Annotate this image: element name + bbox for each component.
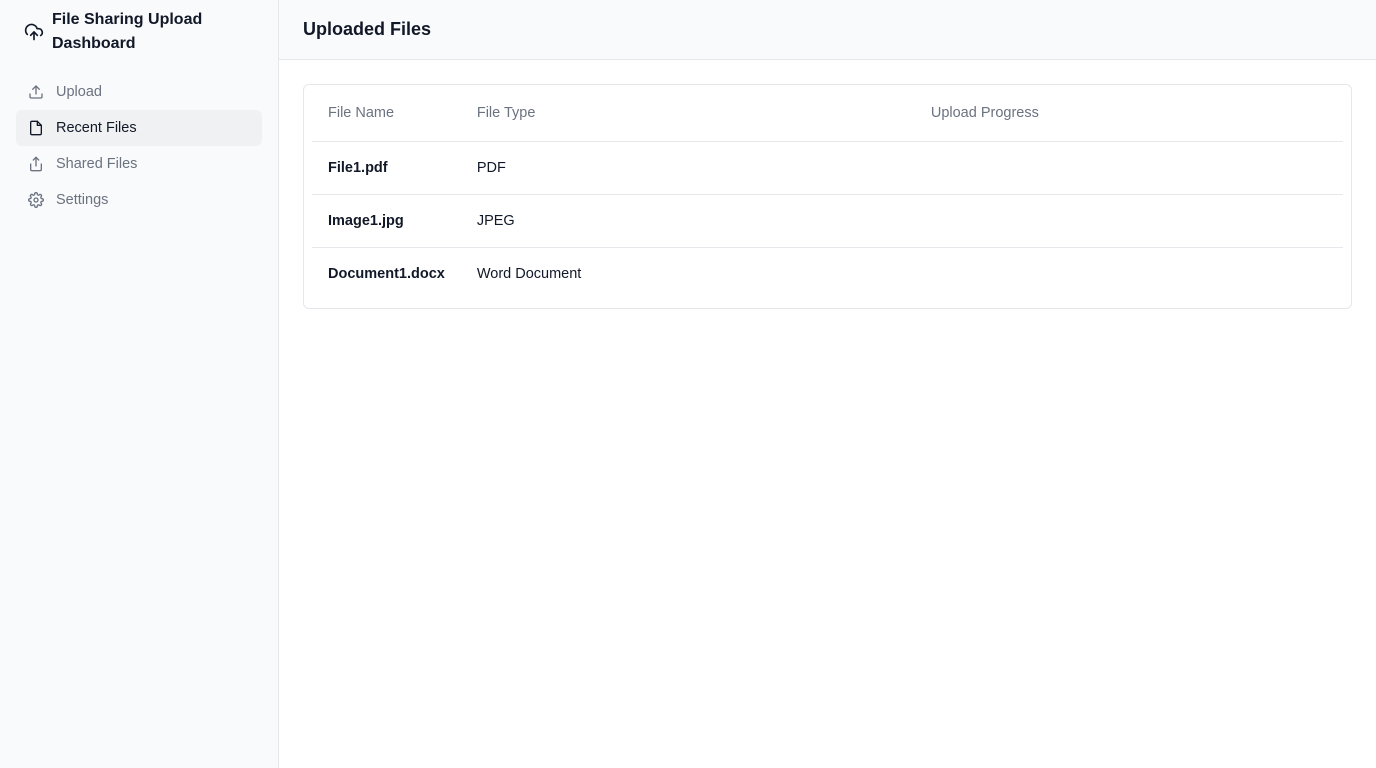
upload-progress-cell [915, 248, 1343, 301]
sidebar-item-shared-files[interactable]: Shared Files [16, 146, 262, 182]
sidebar-item-label: Shared Files [56, 156, 138, 172]
upload-icon [28, 84, 44, 100]
file-name-cell: File1.pdf [312, 141, 461, 195]
file-name-cell: Document1.docx [328, 266, 445, 282]
app-title: File Sharing Upload Dashboard [52, 11, 203, 52]
sidebar-item-settings[interactable]: Settings [16, 182, 262, 218]
table-row[interactable]: Document1.docx Word Document [312, 248, 1343, 301]
table-header-row: File Name File Type Upload Progress [312, 85, 1343, 142]
file-type-cell: JPEG [460, 194, 915, 248]
file-icon [28, 120, 44, 136]
sidebar-item-label: Settings [56, 192, 109, 208]
app-root: File Sharing Upload Dashboard Upload Rec… [0, 0, 1376, 768]
share-icon [28, 156, 44, 172]
table-row[interactable]: Image1.jpg JPEG [312, 194, 1343, 248]
page-title: Uploaded Files [303, 19, 432, 39]
sidebar-item-label: Recent Files [56, 120, 137, 136]
file-type-cell: PDF [460, 141, 915, 195]
column-header-file-name: File Name [312, 85, 461, 142]
gear-icon [28, 192, 44, 208]
sidebar-item-recent-files[interactable]: Recent Files [16, 110, 262, 146]
main-area: Uploaded Files File Name File Type Uploa… [279, 0, 1376, 768]
sidebar-item-label: Upload [56, 84, 102, 100]
cloud-upload-icon [24, 22, 44, 42]
upload-progress-cell [914, 194, 1343, 248]
files-card: File Name File Type Upload Progress File… [303, 84, 1352, 309]
file-name-cell: Image1.jpg [312, 194, 461, 248]
table-row[interactable]: File1.pdf PDF [312, 141, 1343, 195]
sidebar: File Sharing Upload Dashboard Upload Rec… [0, 0, 279, 768]
sidebar-nav: Upload Recent Files Shared Files Setting… [0, 58, 278, 218]
column-header-file-type: File Type [460, 85, 915, 142]
brand: File Sharing Upload Dashboard [0, 0, 278, 58]
file-type-cell: Word Document [476, 266, 582, 282]
files-table: File Name File Type Upload Progress File… [312, 85, 1343, 300]
column-header-upload-progress: Upload Progress [914, 85, 1343, 142]
upload-progress-cell [914, 141, 1343, 195]
sidebar-item-upload[interactable]: Upload [16, 74, 262, 110]
content: File Name File Type Upload Progress File… [279, 60, 1376, 333]
top-bar: Uploaded Files [279, 0, 1376, 60]
